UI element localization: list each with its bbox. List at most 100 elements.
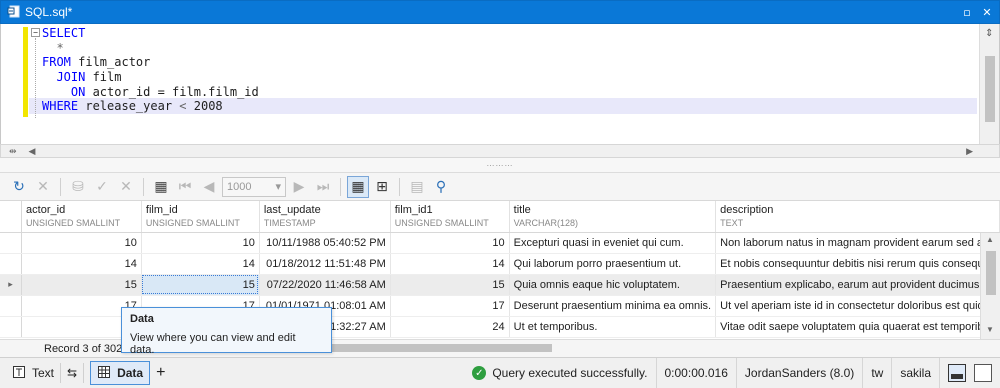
editor-horizontal-scrollbar[interactable]: ⇹ ◀ ▶: [0, 144, 1000, 158]
code-token: <: [179, 99, 187, 114]
restore-icon[interactable]: ▫: [959, 4, 975, 20]
chevron-down-icon: ▾: [275, 181, 281, 193]
page-size-select[interactable]: 1000 ▾: [222, 176, 286, 197]
scroll-down-icon[interactable]: ▼: [986, 325, 994, 334]
last-page-icon[interactable]: ⏭: [312, 176, 334, 198]
code-line[interactable]: SELECT: [42, 26, 259, 41]
previous-page-icon[interactable]: ◀: [198, 176, 220, 198]
code-token: SELECT: [42, 26, 86, 40]
table-cell[interactable]: Qui laborum porro praesentium ut.: [509, 253, 717, 275]
status-message: Query executed successfully.: [492, 366, 648, 380]
code-line[interactable]: JOIN film: [42, 70, 259, 85]
code-line[interactable]: FROM film_actor: [42, 55, 259, 70]
code-line[interactable]: WHERE release_year < 2008: [42, 99, 259, 114]
rollback-icon[interactable]: ✕: [115, 176, 137, 198]
commit-icon[interactable]: ✓: [91, 176, 113, 198]
table-cell[interactable]: 14: [21, 253, 142, 275]
table-cell[interactable]: 01/18/2012 11:51:48 PM: [259, 253, 391, 275]
code-line[interactable]: ON actor_id = film.film_id: [42, 85, 259, 100]
row-header[interactable]: ▸: [0, 274, 23, 296]
table-cell[interactable]: 10: [390, 232, 510, 254]
table-cell[interactable]: 24: [390, 316, 510, 338]
table-cell[interactable]: Deserunt praesentium minima ea omnis.: [509, 295, 717, 317]
tab-data[interactable]: Data: [90, 361, 151, 385]
split-horizontal-icon[interactable]: ⇹: [9, 146, 17, 157]
first-page-icon[interactable]: ⏮: [174, 176, 196, 198]
code-token: film_actor: [70, 55, 151, 70]
page-size-value: 1000: [227, 180, 252, 193]
code-token: *: [42, 40, 64, 55]
row-header[interactable]: [0, 232, 23, 254]
column-type: UNSIGNED SMALLINT: [145, 218, 240, 228]
database-name[interactable]: sakila: [891, 358, 939, 388]
table-cell[interactable]: Non laborum natus in magnam provident ea…: [715, 232, 1000, 254]
card-view-icon[interactable]: ⊞: [371, 176, 393, 198]
fold-toggle-icon[interactable]: −: [31, 28, 40, 37]
grid-horizontal-scroll-thumb[interactable]: [330, 344, 552, 352]
data-tab-tooltip: Data View where you can view and edit da…: [121, 307, 332, 356]
table-row[interactable]: ▸ 15 15 07/22/2020 11:46:58 AM 15 Quia omnis …: [0, 274, 1000, 296]
table-cell[interactable]: Ut vel aperiam iste id in consectetur do…: [715, 295, 1000, 317]
table-cell[interactable]: 10: [141, 232, 260, 254]
table-cell[interactable]: 14: [390, 253, 510, 275]
next-page-icon[interactable]: ▶: [288, 176, 310, 198]
close-icon[interactable]: ✕: [979, 4, 995, 20]
code-lines[interactable]: SELECT * FROM film_actor JOIN film ON act…: [42, 26, 259, 114]
search-icon[interactable]: ⚲: [430, 176, 452, 198]
column-type: VARCHAR(128): [513, 218, 578, 228]
fetch-all-icon[interactable]: ▦: [150, 176, 172, 198]
grid-icon: [97, 365, 111, 382]
divider: [340, 177, 341, 196]
table-cell[interactable]: 15: [141, 274, 260, 296]
scroll-up-icon[interactable]: ▲: [986, 235, 994, 244]
code-token: film: [85, 70, 122, 85]
column-header-description[interactable]: description TEXT: [715, 201, 1000, 233]
tab-text[interactable]: Text: [6, 361, 60, 385]
column-header-film-id1[interactable]: film_id1 UNSIGNED SMALLINT: [390, 201, 510, 233]
scroll-right-icon[interactable]: ▶: [966, 146, 973, 157]
table-editor-icon[interactable]: ▤: [406, 176, 428, 198]
sql-editor[interactable]: − SELECT * FROM film_actor JOIN film ON a…: [0, 24, 1000, 144]
table-cell[interactable]: Praesentium explicabo, earum aut provide…: [715, 274, 1000, 296]
add-tab-button[interactable]: +: [150, 361, 171, 385]
table-row[interactable]: 14 14 01/18/2012 11:51:48 PM 14 Qui laborum …: [0, 253, 1000, 275]
column-header-actor-id[interactable]: actor_id UNSIGNED SMALLINT: [21, 201, 142, 233]
bottom-panel-icon[interactable]: [948, 364, 966, 382]
swap-views-icon[interactable]: ⇆: [61, 361, 83, 385]
apply-changes-icon[interactable]: ⛁: [67, 176, 89, 198]
table-cell[interactable]: 15: [21, 274, 142, 296]
grid-vertical-scrollbar[interactable]: ▲ ▼: [980, 233, 1000, 339]
table-cell[interactable]: 10: [21, 232, 142, 254]
code-line[interactable]: *: [42, 41, 259, 56]
table-row[interactable]: 10 10 10/11/1988 05:40:52 PM 10 Excepturi qu…: [0, 232, 1000, 254]
scroll-thumb[interactable]: [985, 56, 995, 122]
table-cell[interactable]: Et nobis consequuntur debitis nisi rerum…: [715, 253, 1000, 275]
table-cell[interactable]: Excepturi quasi in eveniet qui cum.: [509, 232, 717, 254]
column-header-film-id[interactable]: film_id UNSIGNED SMALLINT: [141, 201, 260, 233]
divider: [60, 177, 61, 196]
editor-vertical-scrollbar[interactable]: ⇕: [979, 24, 999, 144]
table-cell[interactable]: 10/11/1988 05:40:52 PM: [259, 232, 391, 254]
scroll-thumb[interactable]: [986, 251, 996, 295]
connection-name[interactable]: JordanSanders (8.0): [735, 358, 862, 388]
table-cell[interactable]: Quia omnis eaque hic voluptatem.: [509, 274, 717, 296]
scroll-left-icon[interactable]: ◀: [29, 146, 36, 157]
row-header[interactable]: [0, 316, 23, 338]
table-cell[interactable]: 14: [141, 253, 260, 275]
table-cell[interactable]: 17: [390, 295, 510, 317]
pane-splitter[interactable]: ⋯⋯⋯: [0, 158, 1000, 172]
maximize-panel-icon[interactable]: [974, 364, 992, 382]
table-cell[interactable]: Ut et temporibus.: [509, 316, 717, 338]
row-header[interactable]: [0, 295, 23, 317]
table-cell[interactable]: 15: [390, 274, 510, 296]
column-header-last-update[interactable]: last_update TIMESTAMP: [259, 201, 391, 233]
table-cell[interactable]: Vitae odit saepe voluptatem quia quaerat…: [715, 316, 1000, 338]
table-cell[interactable]: 07/22/2020 11:46:58 AM: [259, 274, 391, 296]
split-icon[interactable]: ⇕: [985, 28, 993, 39]
column-header-title[interactable]: title VARCHAR(128): [509, 201, 717, 233]
stop-icon[interactable]: ✕: [32, 176, 54, 198]
grid-view-icon[interactable]: ▦: [347, 175, 369, 198]
server-name[interactable]: tw: [862, 358, 891, 388]
refresh-icon[interactable]: ↻: [8, 176, 30, 198]
row-header[interactable]: [0, 253, 23, 275]
